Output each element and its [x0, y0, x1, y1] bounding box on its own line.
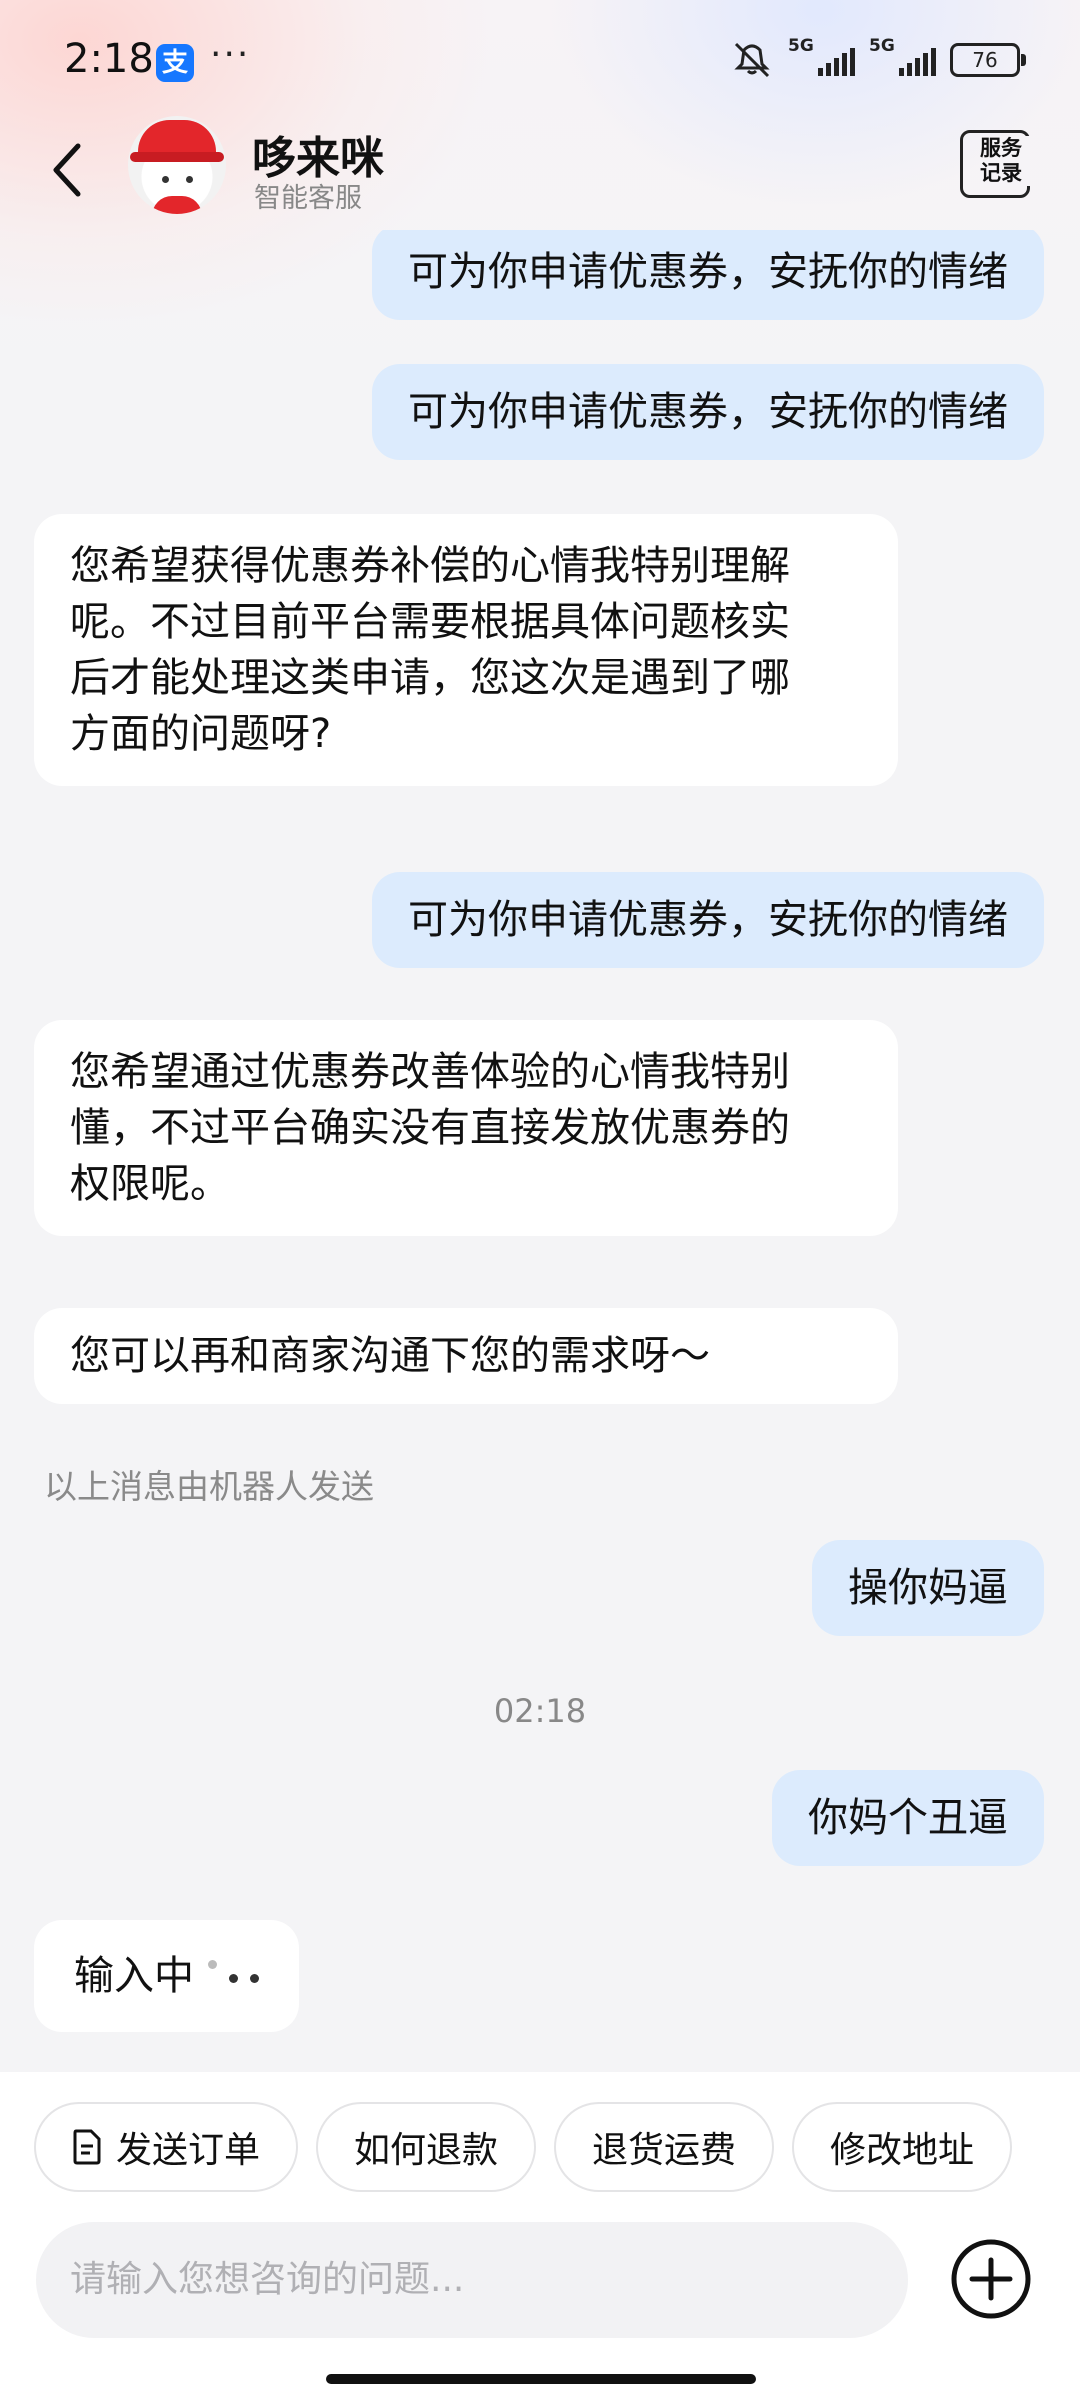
- document-icon: [73, 2129, 101, 2165]
- message-bubble-user[interactable]: 你妈个丑逼: [772, 1770, 1044, 1866]
- quick-replies: 发送订单 如何退款 退货运费 修改地址: [34, 2102, 1030, 2194]
- page-subtitle: 智能客服: [254, 183, 362, 214]
- composer-area: 发送订单 如何退款 退货运费 修改地址 请输入您想咨询的问题...: [0, 2072, 1080, 2400]
- message-bubble-bot[interactable]: 您可以再和商家沟通下您的需求呀～: [34, 1308, 898, 1404]
- signal-icon: 5G: [788, 36, 855, 76]
- chevron-left-icon[interactable]: [48, 138, 88, 202]
- quick-reply-return-shipping[interactable]: 退货运费: [554, 2102, 775, 2192]
- chat-header: 哆来咪 智能客服 服务 记录: [0, 110, 1080, 230]
- message-bubble-user[interactable]: 可为你申请优惠券，安抚你的情绪: [372, 230, 1044, 320]
- message-bubble-user[interactable]: 操你妈逼: [812, 1540, 1044, 1636]
- signal-icon-2: 5G: [869, 36, 936, 76]
- plus-icon[interactable]: [950, 2238, 1032, 2320]
- more-notifications-icon: ···: [210, 34, 251, 75]
- home-indicator[interactable]: [326, 2374, 756, 2384]
- alipay-icon: 支: [156, 44, 194, 82]
- status-bar: 2:18 支 ··· 5G 5G 76: [0, 0, 1080, 120]
- status-time: 2:18: [64, 36, 154, 82]
- quick-reply-send-order[interactable]: 发送订单: [34, 2102, 299, 2192]
- avatar[interactable]: [128, 116, 226, 214]
- chat-area[interactable]: 可为你申请优惠券，安抚你的情绪 可为你申请优惠券，安抚你的情绪 您希望获得优惠券…: [0, 230, 1080, 2070]
- service-record-button[interactable]: 服务 记录: [960, 130, 1032, 200]
- message-bubble-user[interactable]: 可为你申请优惠券，安抚你的情绪: [372, 872, 1044, 968]
- message-bubble-bot[interactable]: 您希望获得优惠券补偿的心情我特别理解 呢。不过目前平台需要根据具体问题核实 后才…: [34, 514, 898, 786]
- message-input[interactable]: 请输入您想咨询的问题...: [36, 2222, 908, 2338]
- message-bubble-user[interactable]: 可为你申请优惠券，安抚你的情绪: [372, 364, 1044, 460]
- quick-reply-refund[interactable]: 如何退款: [316, 2102, 537, 2192]
- battery-icon: 76: [950, 43, 1026, 77]
- timestamp: 02:18: [493, 1692, 587, 1730]
- message-bubble-bot[interactable]: 您希望通过优惠券改善体验的心情我特别 懂，不过平台确实没有直接发放优惠券的 权限…: [34, 1020, 898, 1236]
- typing-indicator: 输入中: [34, 1920, 299, 2032]
- mute-icon: [734, 42, 770, 78]
- status-icons: 5G 5G 76: [730, 36, 1026, 80]
- quick-reply-change-address[interactable]: 修改地址: [792, 2102, 1013, 2192]
- robot-notice: 以上消息由机器人发送: [44, 1467, 374, 1506]
